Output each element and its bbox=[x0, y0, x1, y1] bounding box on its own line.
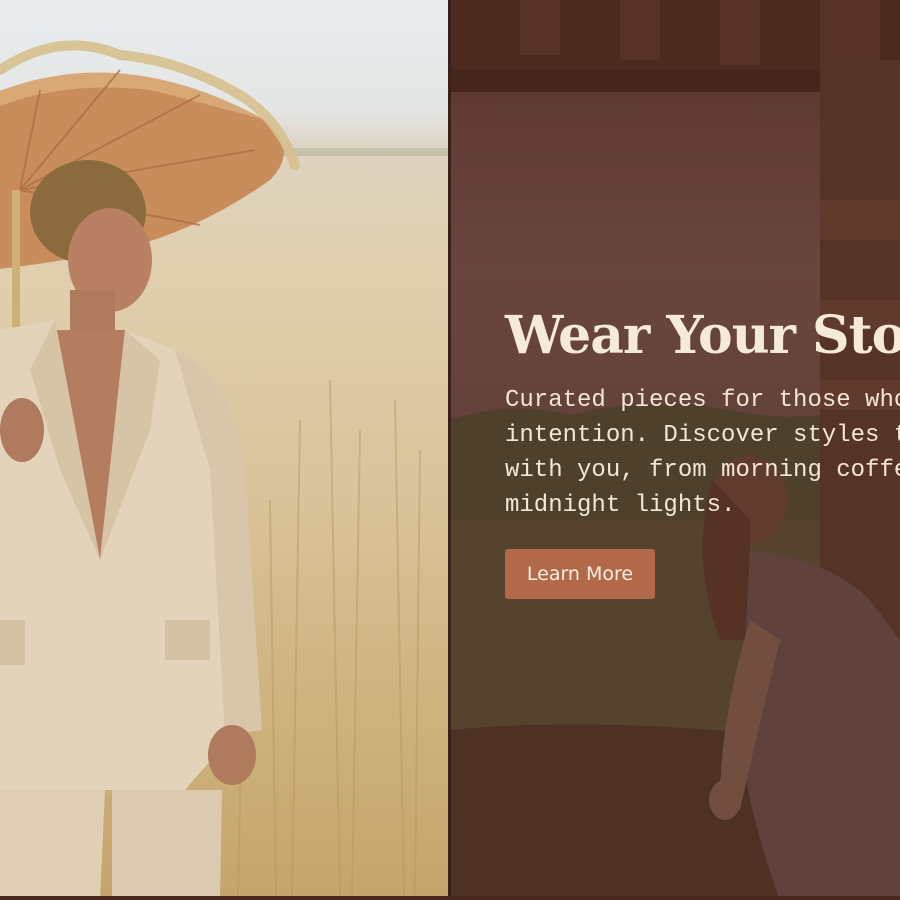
panel-divider bbox=[448, 0, 451, 900]
hero-section: Wear Your Story Curated pieces for those… bbox=[0, 0, 900, 900]
hero-description-line: midnight lights. bbox=[505, 492, 736, 519]
hero-content: Wear Your Story Curated pieces for those… bbox=[505, 305, 900, 599]
hero-description: Curated pieces for those who live with i… bbox=[505, 383, 900, 523]
hero-description-line: with you, from morning coffee to bbox=[505, 457, 900, 484]
parasol-woman-illustration bbox=[0, 40, 450, 900]
hero-description-line: intention. Discover styles that move bbox=[505, 422, 900, 449]
learn-more-button[interactable]: Learn More bbox=[505, 549, 655, 599]
bottom-edge bbox=[0, 896, 900, 900]
hero-image-left bbox=[0, 0, 450, 900]
hero-title: Wear Your Story bbox=[505, 305, 900, 366]
hero-description-line: Curated pieces for those who live with bbox=[505, 387, 900, 414]
